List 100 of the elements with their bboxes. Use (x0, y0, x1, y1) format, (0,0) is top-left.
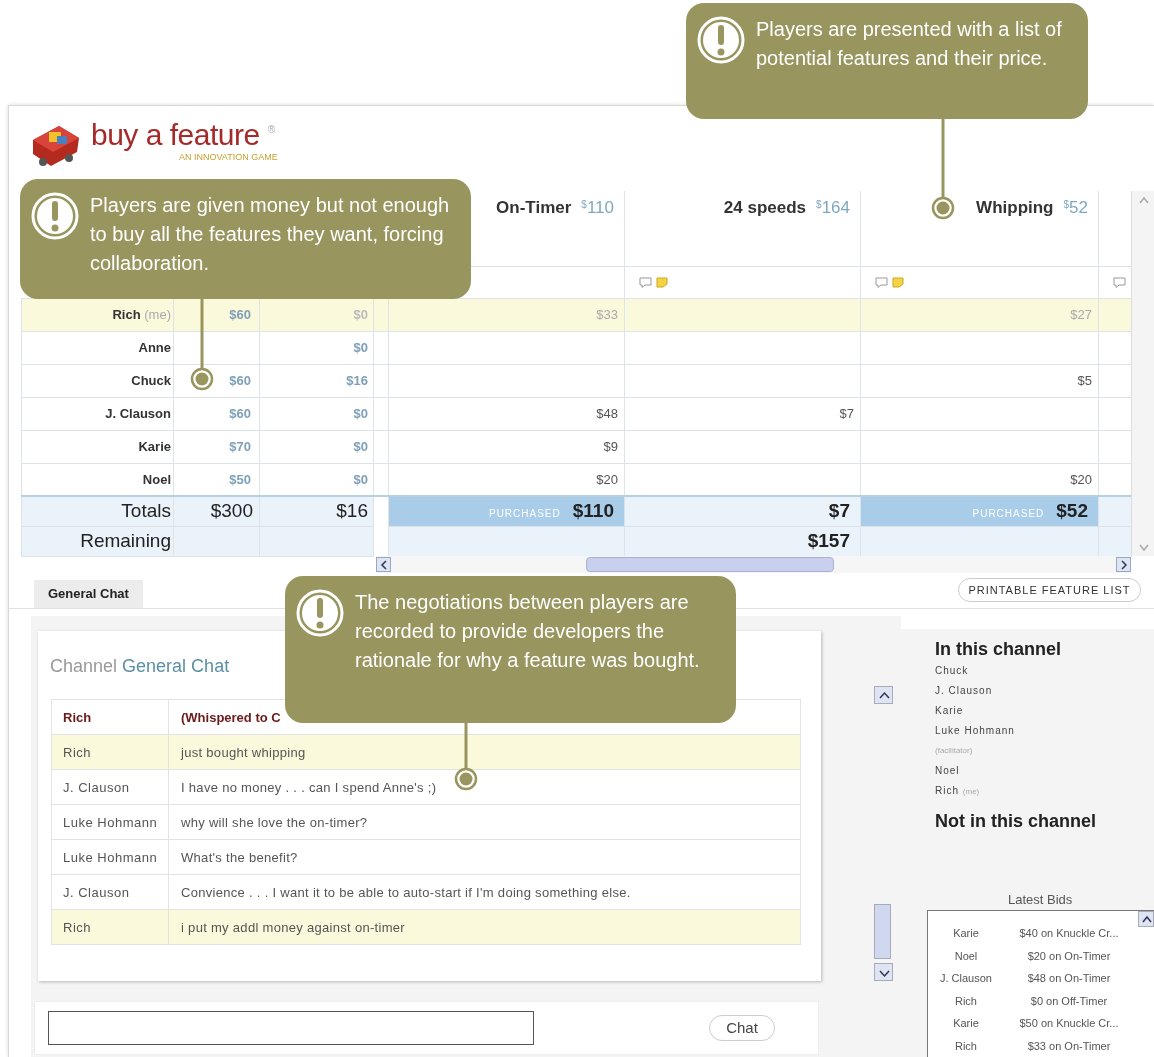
bid-amount: $48 (596, 405, 618, 421)
message-text: What's the benefit? (168, 839, 801, 875)
budget-amount: $70 (229, 438, 251, 454)
comment-icon[interactable] (1113, 276, 1126, 288)
bidder-name: Karie (953, 927, 979, 939)
scroll-up-icon[interactable] (874, 686, 893, 704)
message-sender: Rich (51, 699, 169, 735)
latest-bids-title: Latest Bids (1008, 891, 1073, 909)
message-sender: Rich (51, 734, 169, 770)
bidder-name: Karie (953, 1017, 979, 1029)
feature-price: $^{$}$52 (1063, 197, 1088, 219)
member-name: J. Clauson (935, 684, 994, 698)
channel-label: Channel (50, 656, 118, 676)
registered-mark: ® (267, 123, 275, 137)
horizontal-scrollbar[interactable] (376, 556, 1131, 573)
callout-text: Players are given money but not enough to buy all the features they want, forcing collaboration. (90, 193, 451, 276)
scroll-up-icon[interactable] (1138, 911, 1154, 927)
bid-text: $0 on Off-Timer (1030, 994, 1108, 1007)
note-icon[interactable] (656, 276, 668, 288)
feature-price: $^{$}$110 (581, 197, 614, 219)
chat-button[interactable]: Chat (709, 1015, 775, 1041)
callout-text: Players are presented with a list of potential features and their price. (756, 17, 1063, 71)
comment-icon[interactable] (875, 276, 888, 288)
bidder-name: J. Clauson (940, 972, 992, 984)
balance-amount: $16 (346, 372, 368, 388)
logo-tagline: AN INNOVATION GAME (179, 152, 278, 162)
remaining-label: Remaining (80, 529, 171, 551)
message-sender: Rich (51, 909, 169, 945)
budget-amount: $60 (229, 405, 251, 421)
callout-text: The negotiations between players are recorded to provide developers the rationale for why a feature was bought. (355, 590, 701, 673)
message-text: i put my addl money against on-timer (168, 909, 801, 945)
message-sender: Luke Hohmann (51, 804, 169, 840)
player-name: J. Clauson (105, 405, 171, 421)
message-text: I have no money . . . can I spend Anne's ;) (168, 769, 801, 805)
remaining-amount: $157 (807, 529, 850, 551)
section-heading: Not in this channel (935, 810, 1097, 833)
player-name: Rich (112, 306, 141, 322)
member-name: Noel (935, 764, 961, 778)
exclamation-icon (295, 588, 345, 638)
feature-name: On-Timer (496, 198, 572, 217)
me-label: (me) (144, 306, 171, 322)
bid-text: $48 on On-Timer (1027, 972, 1111, 984)
feature-name: Whipping (976, 198, 1054, 217)
chat-tab[interactable]: General Chat (34, 580, 143, 608)
bid-amount: $5 (1077, 372, 1092, 388)
bid-text: $33 on On-Timer (1027, 1039, 1111, 1052)
logo-text: buy a feature (91, 118, 260, 152)
total-amount: $16 (336, 500, 368, 521)
bid-amount: $20 (1070, 471, 1092, 487)
message-text: why will she love the on-timer? (168, 804, 801, 840)
balance-amount: $0 (353, 471, 368, 487)
player-name: Noel (142, 471, 171, 487)
feature-total: $7 (828, 500, 850, 521)
scroll-down-icon[interactable] (874, 963, 893, 981)
bid-text: $50 on Knuckle Cr... (1019, 1017, 1119, 1029)
player-name: Karie (138, 438, 171, 454)
exclamation-icon (696, 15, 746, 65)
balance-amount: $0 (353, 438, 368, 454)
member-name: Rich (935, 785, 959, 796)
chat-input-field[interactable] (48, 1011, 534, 1045)
feature-price: $^{$}$164 (816, 197, 850, 219)
note-icon[interactable] (892, 276, 904, 288)
member-note: (facilitator) (935, 745, 974, 757)
bidder-name: Noel (954, 949, 978, 962)
scrollbar-thumb[interactable] (586, 557, 834, 572)
member-name: Chuck (935, 664, 970, 678)
balance-amount: $0 (353, 306, 368, 322)
balance-amount: $0 (353, 339, 368, 355)
balance-amount: $0 (353, 405, 368, 421)
message-text: just bought whipping (168, 734, 801, 770)
message-sender: J. Clauson (51, 769, 169, 805)
player-name: Chuck (131, 372, 171, 388)
scroll-right-icon[interactable] (1116, 557, 1131, 572)
member-note: (me) (962, 787, 980, 796)
purchased-label: PURCHASED (488, 508, 561, 519)
bid-amount: $27 (1070, 306, 1092, 322)
budget-amount: $60 (229, 372, 251, 388)
comment-icon[interactable] (639, 276, 652, 288)
printable-feature-list-button[interactable]: PRINTABLE FEATURE LIST (958, 578, 1141, 602)
exclamation-icon (30, 191, 80, 241)
bid-amount: $9 (603, 438, 618, 454)
channel-name: General Chat (122, 656, 230, 676)
bid-text: $40 on Knuckle Cr... (1019, 927, 1119, 939)
bid-amount: $20 (596, 471, 618, 487)
purchased-label: PURCHASED (972, 508, 1045, 519)
bid-amount: $7 (839, 405, 854, 421)
budget-amount: $50 (229, 471, 251, 487)
scroll-left-icon[interactable] (376, 557, 391, 572)
feature-total: $110 (572, 500, 614, 521)
totals-label: Totals (121, 500, 171, 521)
feature-total: $52 (1056, 500, 1088, 521)
bidder-name: Rich (955, 994, 977, 1007)
bidder-name: Rich (955, 1039, 977, 1052)
player-name: Anne (138, 339, 171, 355)
message-sender: Luke Hohmann (51, 839, 169, 875)
budget-amount: $60 (229, 306, 251, 322)
total-amount: $300 (210, 500, 253, 521)
member-name: Karie (935, 704, 965, 718)
scrollbar-thumb[interactable] (874, 904, 891, 959)
member-name: Luke Hohmann (935, 724, 1016, 738)
